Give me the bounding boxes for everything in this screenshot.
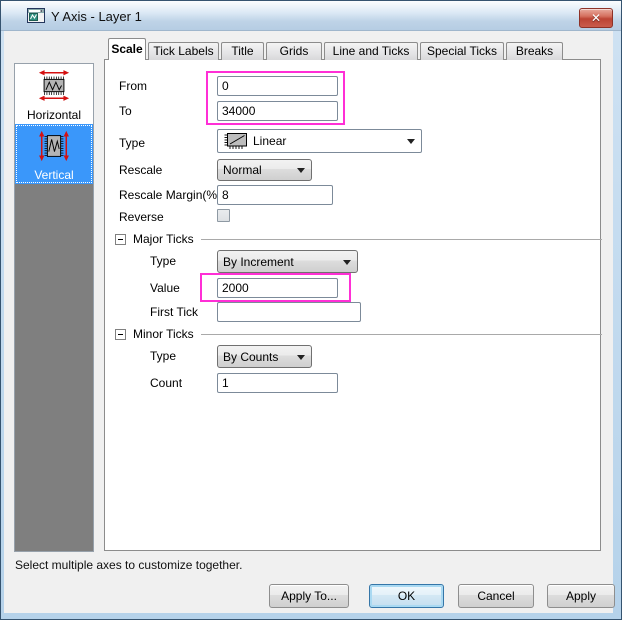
tab-breaks[interactable]: Breaks [506, 42, 563, 60]
apply-to-button[interactable]: Apply To... [269, 584, 349, 608]
axis-item-vertical[interactable]: Vertical [15, 124, 93, 184]
axis-item-label: Horizontal [15, 108, 93, 122]
minor-tick-type-value: By Counts [223, 350, 278, 364]
axis-item-label: Vertical [15, 168, 93, 182]
type-label: Type [119, 136, 145, 150]
axis-type-dropdown[interactable]: Linear [217, 129, 422, 153]
major-tick-type-value: By Increment [223, 255, 294, 269]
group-divider [201, 334, 602, 335]
tab-grids[interactable]: Grids [266, 42, 322, 60]
major-tick-type-dropdown[interactable]: By Increment [217, 250, 358, 273]
minor-tick-count-input[interactable] [217, 373, 338, 393]
collapse-icon[interactable] [115, 234, 126, 245]
status-hint-text: Select multiple axes to customize togeth… [15, 558, 242, 572]
rescale-label: Rescale [119, 163, 162, 177]
minor-ticks-group-label: Minor Ticks [133, 327, 194, 341]
to-label: To [119, 104, 132, 118]
window-title: Y Axis - Layer 1 [51, 9, 142, 24]
tab-tick-labels[interactable]: Tick Labels [148, 42, 219, 60]
tab-special-ticks[interactable]: Special Ticks [420, 42, 504, 60]
from-input[interactable] [217, 76, 338, 96]
tab-line-and-ticks[interactable]: Line and Ticks [324, 42, 418, 60]
chevron-down-icon [343, 260, 351, 265]
axis-item-horizontal[interactable]: Horizontal [15, 64, 93, 124]
reverse-label: Reverse [119, 210, 164, 224]
close-icon: ✕ [591, 11, 601, 25]
horizontal-axis-icon [34, 69, 74, 103]
major-tick-value-label: Value [150, 281, 180, 295]
major-tick-value-input[interactable] [217, 278, 338, 298]
first-tick-label: First Tick [150, 305, 198, 319]
to-input[interactable] [217, 101, 338, 121]
minor-tick-count-label: Count [150, 376, 182, 390]
close-button[interactable]: ✕ [579, 8, 613, 28]
minor-tick-type-dropdown[interactable]: By Counts [217, 345, 312, 368]
axis-selector-list: Horizontal [14, 63, 94, 552]
chevron-down-icon [297, 355, 305, 360]
cancel-button[interactable]: Cancel [458, 584, 534, 608]
vertical-axis-icon [34, 129, 74, 163]
minor-tick-type-label: Type [150, 349, 176, 363]
collapse-icon[interactable] [115, 329, 126, 340]
minor-ticks-group-header: Minor Ticks [115, 327, 602, 341]
major-ticks-group-header: Major Ticks [115, 232, 602, 246]
linear-scale-icon [223, 132, 249, 150]
group-divider [201, 239, 602, 240]
major-tick-type-label: Type [150, 254, 176, 268]
reverse-checkbox[interactable] [217, 209, 230, 222]
from-label: From [119, 79, 147, 93]
ok-button[interactable]: OK [369, 584, 444, 608]
rescale-margin-input[interactable] [217, 185, 333, 205]
major-ticks-group-label: Major Ticks [133, 232, 194, 246]
chevron-down-icon [297, 168, 305, 173]
scale-tab-panel: From To Type Linear [104, 59, 601, 551]
tab-title[interactable]: Title [221, 42, 264, 60]
title-bar[interactable]: Y Axis - Layer 1 ✕ [1, 1, 621, 31]
rescale-value: Normal [223, 163, 262, 177]
apply-button[interactable]: Apply [547, 584, 615, 608]
rescale-margin-label: Rescale Margin(%) [119, 188, 221, 202]
chevron-down-icon [407, 139, 415, 144]
graph-window-icon [27, 8, 45, 23]
tab-scale[interactable]: Scale [108, 38, 146, 60]
y-axis-dialog: Y Axis - Layer 1 ✕ [0, 0, 622, 620]
rescale-dropdown[interactable]: Normal [217, 159, 312, 181]
first-tick-input[interactable] [217, 302, 361, 322]
axis-type-value: Linear [253, 134, 286, 148]
